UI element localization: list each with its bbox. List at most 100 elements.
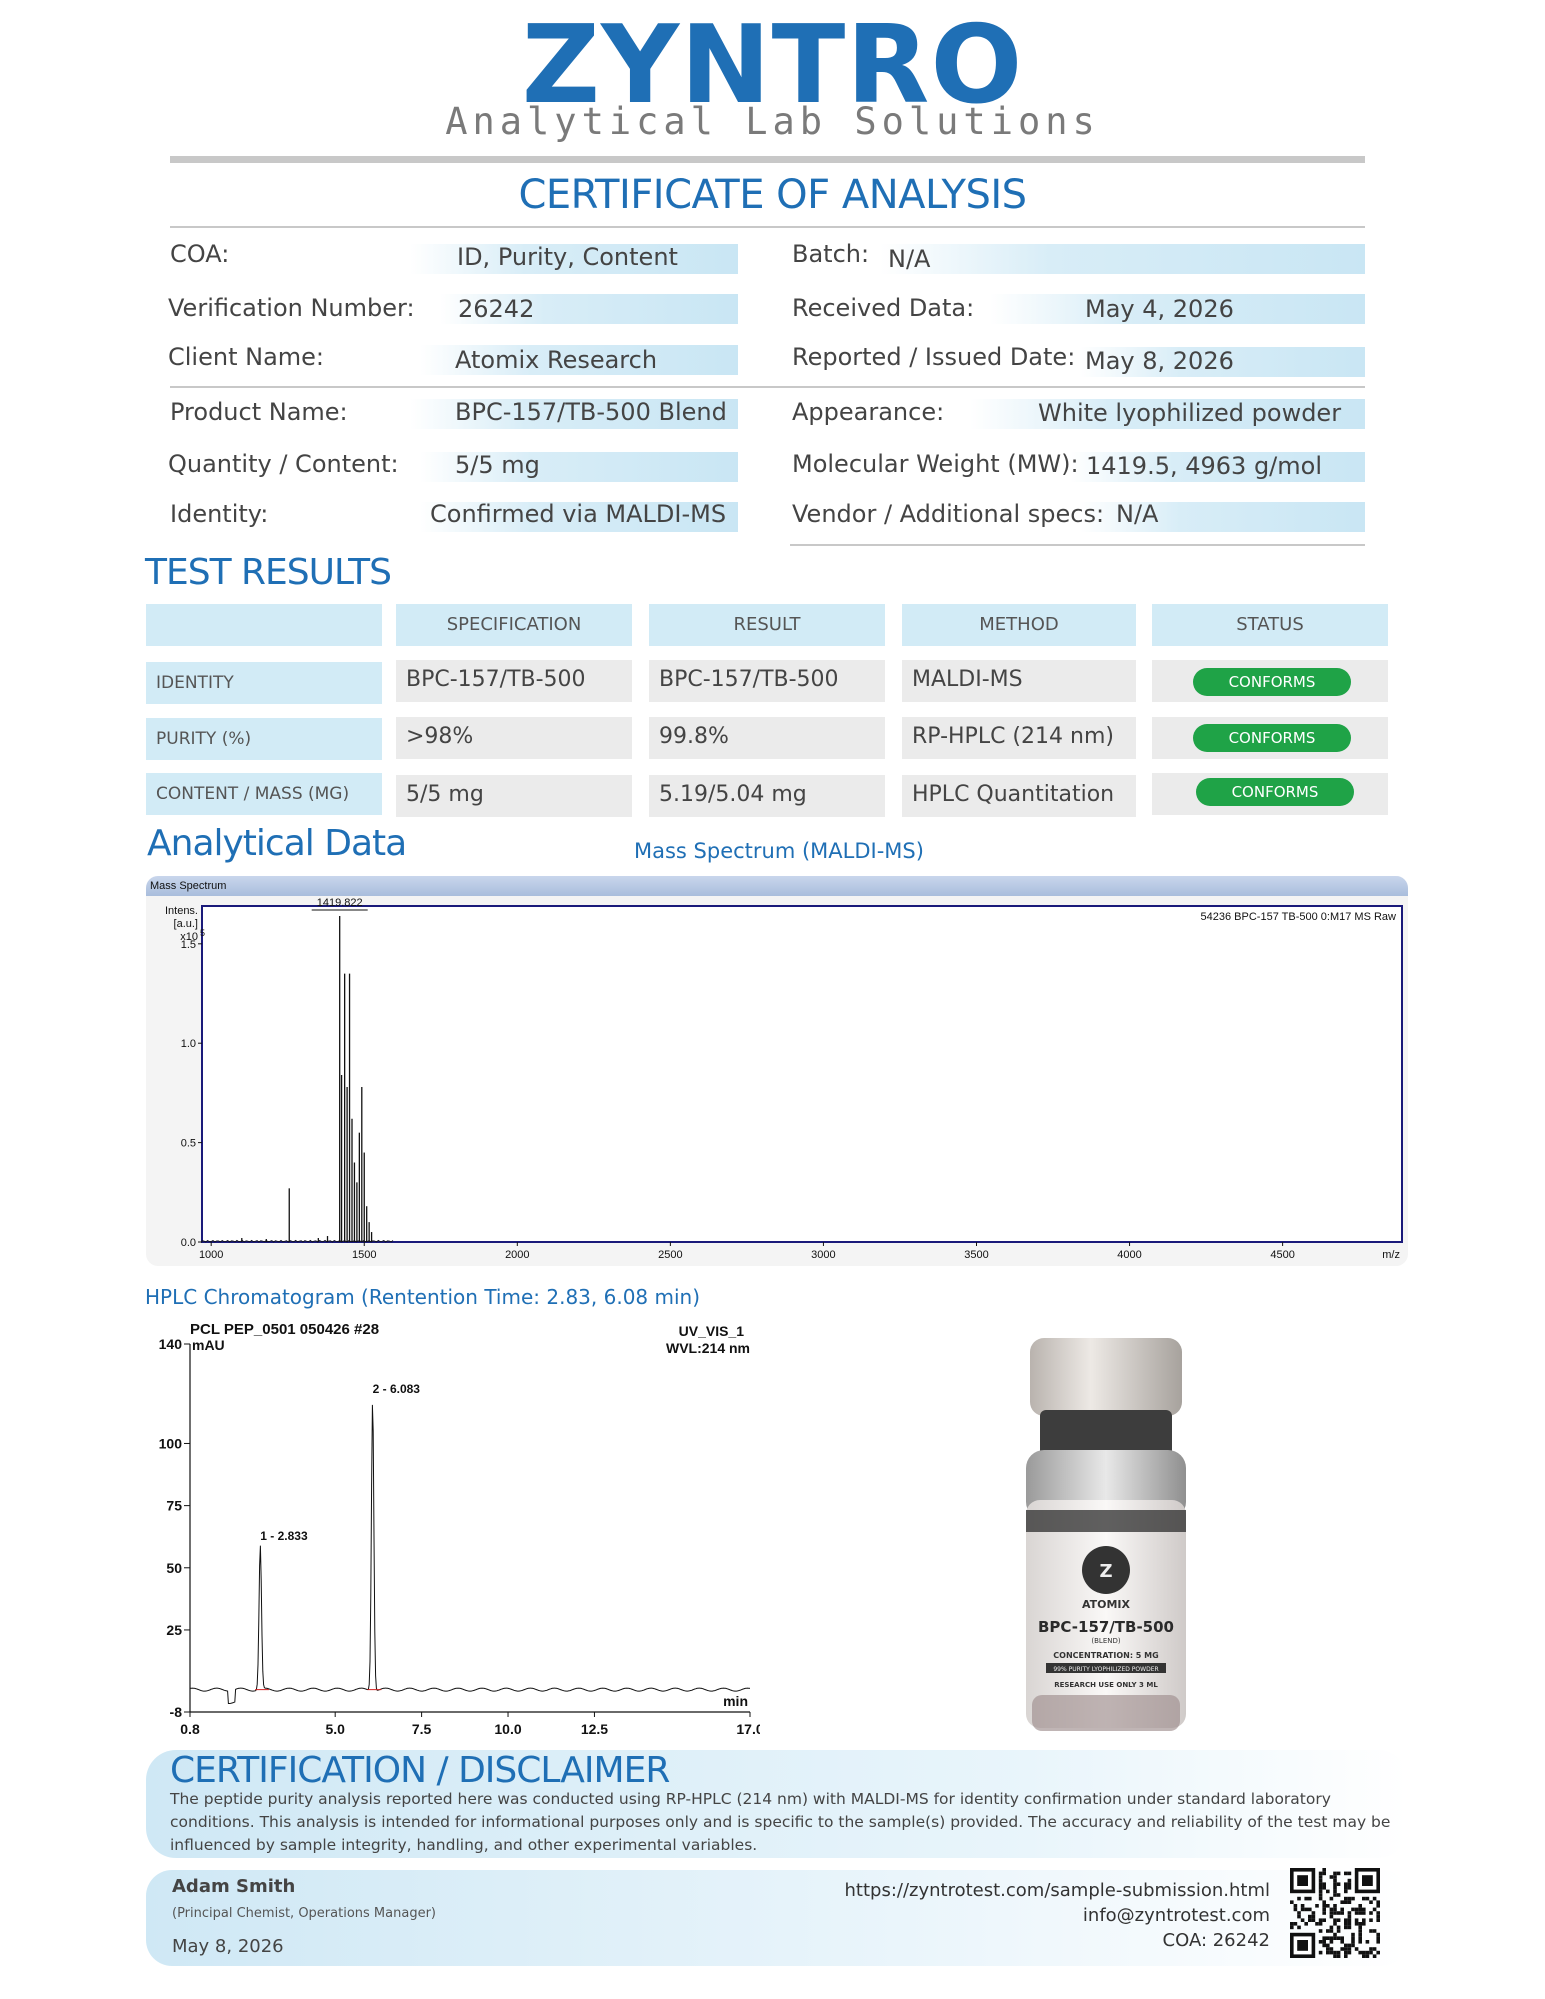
qr-module [1344, 1922, 1348, 1926]
qr-module [1344, 1871, 1348, 1876]
qr-module [1372, 1896, 1377, 1901]
qr-module [1347, 1900, 1352, 1904]
vendor-value: N/A [1116, 500, 1159, 528]
qr-module [1290, 1922, 1294, 1926]
submission-link[interactable]: https://zyntrotest.com/sample-submission… [845, 1880, 1271, 1901]
brand-tagline: Analytical Lab Solutions [445, 100, 1100, 143]
qr-module [1369, 1929, 1373, 1933]
client-value: Atomix Research [455, 346, 658, 374]
qr-module [1333, 1907, 1337, 1912]
qr-module [1333, 1936, 1337, 1940]
received-value: May 4, 2026 [1085, 295, 1234, 323]
qr-module [1376, 1904, 1380, 1908]
qr-module [1372, 1929, 1377, 1933]
qr-module [1369, 1911, 1373, 1915]
qr-module [1347, 1918, 1352, 1922]
qr-module [1300, 1907, 1305, 1912]
results-row-label: PURITY (%) [146, 718, 382, 760]
qr-module [1315, 1904, 1319, 1908]
qr-module [1322, 1900, 1326, 1904]
qr-module [1333, 1950, 1337, 1955]
qr-module [1376, 1918, 1380, 1922]
qr-module [1351, 1940, 1355, 1944]
qr-module [1336, 1911, 1341, 1915]
qr-module [1376, 1936, 1380, 1940]
qr-module [1340, 1907, 1344, 1912]
qr-module [1329, 1907, 1334, 1912]
qr-module [1362, 1896, 1366, 1901]
qr-module [1376, 1914, 1380, 1919]
qr-module [1322, 1936, 1326, 1940]
qr-module [1344, 1896, 1348, 1901]
qr-module [1347, 1871, 1352, 1876]
ms-x-tick-label: 1500 [352, 1249, 376, 1261]
qr-module [1318, 1878, 1323, 1883]
results-row-label: IDENTITY [146, 662, 382, 704]
qr-module [1322, 1940, 1326, 1944]
qr-module [1336, 1918, 1341, 1922]
hplc-y-tick-label: -8 [170, 1704, 183, 1720]
qr-module [1293, 1907, 1298, 1912]
qr-module [1326, 1889, 1330, 1894]
ms-caption: Mass Spectrum (MALDI-MS) [634, 839, 924, 863]
results-result-cell: 99.8% [649, 717, 885, 759]
qr-module [1318, 1950, 1323, 1955]
qr-module [1347, 1896, 1352, 1901]
contact-email[interactable]: info@zyntrotest.com [1083, 1905, 1270, 1926]
disclaimer-body: The peptide purity analysis reported her… [170, 1790, 1391, 1854]
qr-module [1347, 1886, 1352, 1890]
qr-module [1326, 1904, 1330, 1908]
ms-y-axis-exponent: 5 [200, 928, 205, 938]
qr-module [1308, 1907, 1312, 1912]
qr-module [1322, 1918, 1326, 1922]
results-header-spec: SPECIFICATION [396, 604, 632, 646]
qr-module [1304, 1922, 1308, 1926]
hplc-channel: UV_VIS_1 [679, 1323, 745, 1339]
qr-module [1358, 1932, 1362, 1937]
mw-value: 1419.5, 4963 g/mol [1086, 452, 1322, 480]
identity-value: Confirmed via MALDI-MS [430, 500, 727, 528]
qr-module [1344, 1947, 1348, 1951]
qr-module [1322, 1882, 1326, 1886]
qr-module [1336, 1893, 1341, 1897]
qr-module [1376, 1932, 1380, 1937]
ms-x-tick-label: 1000 [199, 1249, 223, 1261]
results-result-cell: 5.19/5.04 mg [649, 775, 885, 817]
qr-module [1326, 1929, 1330, 1933]
hplc-chart-title: PCL PEP_0501 050426 #28 [190, 1321, 379, 1338]
ms-x-tick-label: 3500 [964, 1249, 988, 1261]
reported-label: Reported / Issued Date: [792, 343, 1076, 371]
qr-module [1340, 1911, 1344, 1915]
qr-module [1362, 1911, 1366, 1915]
qr-module [1304, 1907, 1308, 1912]
ms-y-tick-label: 1.5 [181, 939, 196, 951]
appearance-value: White lyophilized powder [1038, 399, 1342, 427]
qr-module [1369, 1950, 1373, 1955]
qr-module [1354, 1947, 1359, 1951]
batch-bar [880, 244, 1365, 274]
qr-module [1318, 1886, 1323, 1890]
results-result-cell: BPC-157/TB-500 [649, 660, 885, 702]
identity-label: Identity: [170, 500, 269, 528]
mw-label: Molecular Weight (MW): [792, 450, 1079, 478]
qr-module [1333, 1886, 1337, 1890]
hplc-wavelength: WVL:214 nm [666, 1340, 750, 1356]
qr-module [1336, 1954, 1341, 1958]
qr-code-icon[interactable] [1290, 1868, 1380, 1958]
received-label: Received Data: [792, 294, 975, 322]
qr-module [1344, 1886, 1348, 1890]
ms-x-tick-label: 4500 [1270, 1249, 1294, 1261]
qr-module [1308, 1918, 1312, 1922]
qr-finder-core [1362, 1875, 1373, 1886]
qr-module [1333, 1911, 1337, 1915]
qr-module [1347, 1914, 1352, 1919]
hplc-x-tick-label: 5.0 [325, 1721, 345, 1737]
results-header-method: METHOD [902, 604, 1136, 646]
title-divider [170, 226, 1365, 228]
qr-module [1344, 1900, 1348, 1904]
results-row-label: CONTENT / MASS (MG) [146, 773, 382, 815]
qr-module [1365, 1954, 1370, 1958]
qr-module [1351, 1896, 1355, 1901]
qr-module [1336, 1950, 1341, 1955]
qr-module [1347, 1950, 1352, 1955]
